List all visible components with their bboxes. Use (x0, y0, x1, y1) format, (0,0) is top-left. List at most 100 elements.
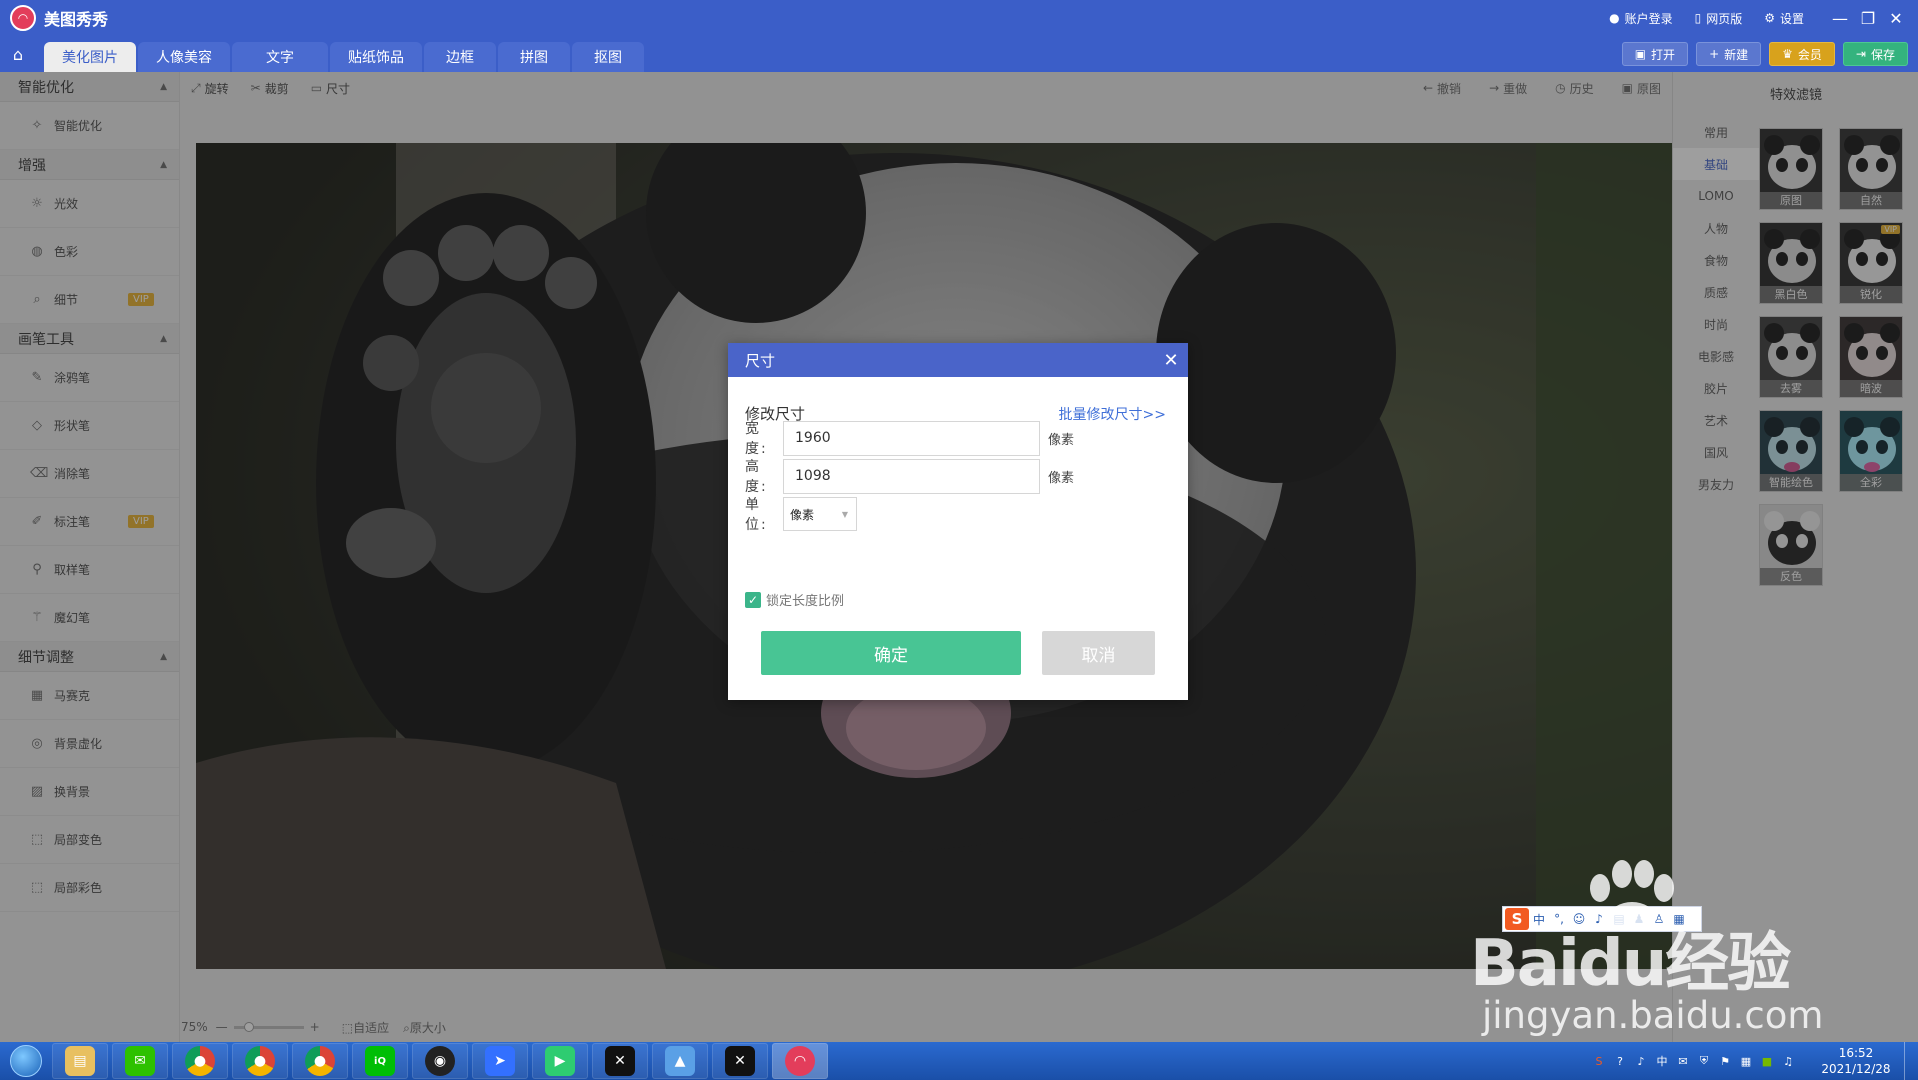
clock-time: 16:52 (1838, 1046, 1874, 1060)
taskbar-app[interactable]: ▤ (52, 1043, 108, 1079)
tab-portrait[interactable]: 人像美容 (138, 42, 230, 72)
microphone-icon[interactable]: ♪ (1632, 1055, 1650, 1068)
punctuation-icon[interactable]: °, (1549, 912, 1569, 926)
help-icon[interactable]: ? (1611, 1055, 1629, 1068)
vip-button[interactable]: ♛ 会员 (1769, 42, 1835, 66)
network-icon[interactable]: ▦ (1737, 1055, 1755, 1068)
chrome-icon: ● (245, 1046, 275, 1076)
close-icon[interactable]: ✕ (1154, 343, 1188, 377)
meitu-icon: ◠ (785, 1046, 815, 1076)
clock[interactable]: 16:52 2021/12/28 (1808, 1045, 1904, 1077)
microphone-icon[interactable]: ♪ (1589, 912, 1609, 926)
emoji-icon[interactable]: ☺ (1569, 912, 1589, 926)
tab-text[interactable]: 文字 (232, 42, 328, 72)
obs-icon: ◉ (425, 1046, 455, 1076)
tab-collage[interactable]: 拼图 (498, 42, 570, 72)
feishu-icon: ➤ (485, 1046, 515, 1076)
grid-icon[interactable]: ▦ (1669, 912, 1689, 926)
web-version-label: 网页版 (1706, 11, 1743, 26)
ime-tray-icon[interactable]: 中 (1653, 1053, 1671, 1069)
settings-label: 设置 (1779, 11, 1804, 26)
unit-select-value: 像素 (790, 507, 815, 522)
lock-ratio-checkbox[interactable]: ✓ 锁定长度比例 (745, 590, 844, 609)
vip-label: 会员 (1797, 47, 1822, 62)
taskbar-app[interactable]: ▲ (652, 1043, 708, 1079)
gear-icon: ⚙ (1764, 11, 1775, 25)
show-desktop-button[interactable] (1904, 1042, 1918, 1080)
width-input[interactable] (783, 420, 1040, 456)
capcut-icon: ✕ (725, 1046, 755, 1076)
taskbar-app[interactable]: ◠ (772, 1043, 828, 1079)
width-label: 宽度: (745, 421, 768, 457)
settings-button[interactable]: ⚙ 设置 (1764, 10, 1804, 27)
taskbar-app[interactable]: ✕ (712, 1043, 768, 1079)
height-unit: 像素 (1048, 470, 1075, 486)
app-title: 美图秀秀 (44, 10, 109, 29)
save-button[interactable]: ⇥ 保存 (1842, 42, 1908, 66)
app-window: { "app": {"title": "美图秀秀", "logo_icon": … (0, 0, 1918, 1080)
dialog-header: 尺寸 ✕ (728, 343, 1188, 377)
tab-beautify[interactable]: 美化图片 (44, 42, 136, 72)
keyboard-icon[interactable]: ▤ (1609, 912, 1629, 926)
crown-icon: ♛ (1782, 47, 1793, 61)
close-window-button[interactable]: ✕ (1882, 9, 1910, 28)
taskbar-app[interactable]: iQ (352, 1043, 408, 1079)
volume-icon[interactable]: ♫ (1779, 1055, 1797, 1068)
taskbar-app[interactable]: ➤ (472, 1043, 528, 1079)
unit-row: 单位: 像素 ▼ (745, 494, 857, 534)
capcut-icon: ✕ (605, 1046, 635, 1076)
cancel-button[interactable]: 取消 (1042, 631, 1155, 675)
height-input[interactable] (783, 458, 1040, 494)
flag-icon[interactable]: ⚑ (1716, 1055, 1734, 1068)
shield-icon[interactable]: ⛨ (1695, 1054, 1713, 1068)
web-version-button[interactable]: ▯ 网页版 (1695, 10, 1743, 27)
ime-language-toggle[interactable]: 中 (1529, 911, 1549, 928)
checkmark-icon: ✓ (745, 591, 761, 608)
taskbar-app[interactable]: ✕ (592, 1043, 648, 1079)
taskbar-app[interactable]: ◉ (412, 1043, 468, 1079)
chrome-icon: ● (305, 1046, 335, 1076)
sogou-logo-icon[interactable]: S (1505, 908, 1529, 930)
nvidia-icon[interactable]: ■ (1758, 1055, 1776, 1068)
taskbar-app[interactable]: ● (172, 1043, 228, 1079)
taskbar-app[interactable]: ● (292, 1043, 348, 1079)
ime-toolbar: S 中 °, ☺ ♪ ▤ ♟ ♙ ▦ (1502, 906, 1702, 932)
account-login-button[interactable]: ● 账户登录 (1609, 10, 1673, 27)
wechat-tray-icon[interactable]: ✉ (1674, 1055, 1692, 1068)
confirm-button[interactable]: 确定 (761, 631, 1021, 675)
photos-icon: ▲ (665, 1046, 695, 1076)
resize-dialog: 尺寸 ✕ 修改尺寸 批量修改尺寸>> 宽度: 像素 高度: 像素 单位: 像素▼… (728, 343, 1188, 700)
meitu-logo-icon: ◠ (10, 5, 36, 31)
open-label: 打开 (1651, 47, 1676, 62)
tab-cutout[interactable]: 抠图 (572, 42, 644, 72)
save-label: 保存 (1870, 47, 1895, 62)
new-button[interactable]: + 新建 (1696, 42, 1762, 66)
tab-stickers[interactable]: 贴纸饰品 (330, 42, 422, 72)
unit-select[interactable]: 像素 ▼ (783, 497, 857, 531)
taskbar-app[interactable]: ✉ (112, 1043, 168, 1079)
windows-logo-icon (10, 1045, 42, 1077)
home-icon[interactable]: ⌂ (0, 36, 36, 72)
title-bar: ◠ 美图秀秀 ● 账户登录 ▯ 网页版 ⚙ 设置 — ❐ ✕ (0, 0, 1918, 36)
taskbar-app[interactable]: ● (232, 1043, 288, 1079)
skin-icon[interactable]: ♙ (1649, 912, 1669, 926)
user-icon[interactable]: ♟ (1629, 912, 1649, 926)
plus-icon: + (1709, 47, 1720, 61)
sogou-tray-icon[interactable]: S (1590, 1055, 1608, 1068)
wechat-icon: ✉ (125, 1046, 155, 1076)
taskbar-app[interactable]: ▶ (532, 1043, 588, 1079)
file-explorer-icon: ▤ (65, 1046, 95, 1076)
minimize-button[interactable]: — (1826, 9, 1854, 28)
start-button[interactable] (0, 1042, 52, 1080)
batch-resize-link[interactable]: 批量修改尺寸>> (1059, 404, 1166, 424)
width-unit: 像素 (1048, 432, 1075, 448)
main-tab-bar: ⌂ 美化图片 人像美容 文字 贴纸饰品 边框 拼图 抠图 ▣ 打开 + 新建 ♛ 会员… (0, 36, 1918, 72)
app-logo: ◠ 美图秀秀 (10, 5, 108, 31)
user-icon: ● (1609, 11, 1620, 25)
open-button[interactable]: ▣ 打开 (1621, 42, 1689, 66)
dialog-title: 尺寸 (745, 351, 776, 370)
height-label: 高度: (745, 459, 768, 495)
tab-frames[interactable]: 边框 (424, 42, 496, 72)
phone-icon: ▯ (1694, 11, 1702, 25)
maximize-button[interactable]: ❐ (1854, 9, 1882, 28)
